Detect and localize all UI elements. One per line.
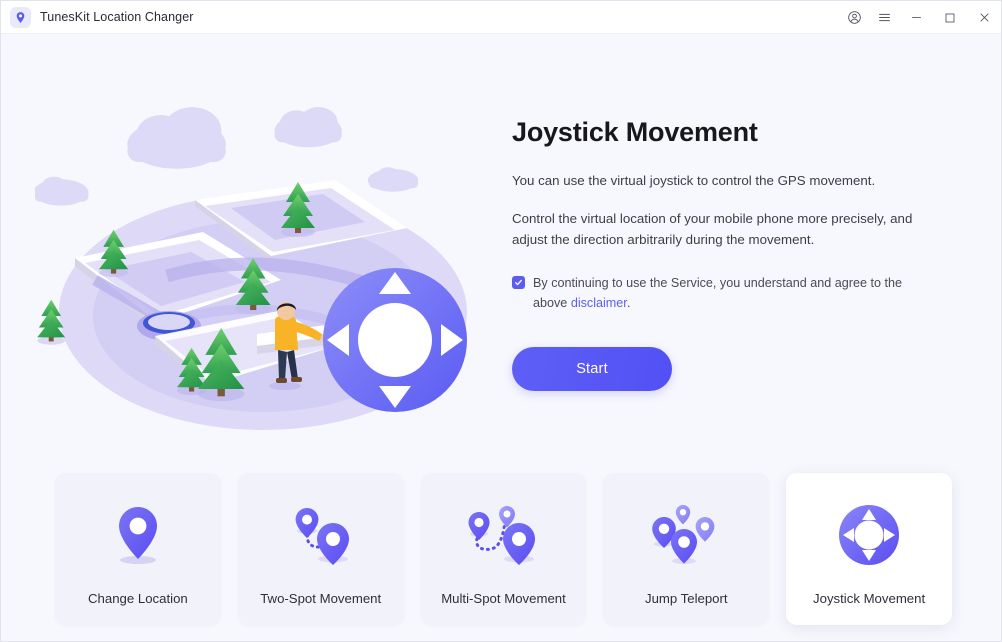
mode-card-joystick-movement[interactable]: Joystick Movement bbox=[786, 473, 952, 625]
location-pin-icon bbox=[10, 6, 31, 28]
multi-pin-route-icon bbox=[465, 499, 541, 571]
mode-card-label: Joystick Movement bbox=[813, 591, 926, 606]
agreement-text: By continuing to use the Service, you un… bbox=[533, 273, 932, 314]
app-window: TunesKit Location Changer Joystick Movem… bbox=[0, 0, 1002, 642]
agreement-row: By continuing to use the Service, you un… bbox=[512, 273, 932, 314]
maximize-icon[interactable] bbox=[933, 1, 967, 34]
disclaimer-link[interactable]: disclaimer bbox=[571, 296, 627, 310]
checkmark-icon bbox=[515, 279, 522, 286]
scattered-pins-icon bbox=[648, 499, 724, 571]
isometric-map-with-joystick-illustration bbox=[33, 80, 505, 450]
hero-text-panel: Joystick Movement You can use the virtua… bbox=[512, 116, 952, 314]
page-title: Joystick Movement bbox=[512, 117, 758, 147]
main-content: Joystick Movement You can use the virtua… bbox=[1, 34, 1001, 641]
mode-card-label: Change Location bbox=[88, 591, 188, 606]
joystick-dpad-icon bbox=[831, 499, 907, 571]
title-bar: TunesKit Location Changer bbox=[1, 1, 1001, 34]
mode-card-multi-spot-movement[interactable]: Multi-Spot Movement bbox=[420, 473, 587, 625]
close-icon[interactable] bbox=[967, 1, 1001, 34]
mode-card-label: Jump Teleport bbox=[644, 591, 728, 606]
minimize-icon[interactable] bbox=[899, 1, 933, 34]
window-title: TunesKit Location Changer bbox=[40, 10, 194, 24]
window-controls bbox=[839, 1, 1001, 34]
agreement-text-after: . bbox=[626, 296, 631, 311]
hero-paragraph-1: You can use the virtual joystick to cont… bbox=[512, 173, 876, 189]
agreement-checkbox[interactable] bbox=[512, 275, 525, 289]
mode-card-row: Change Location Two-Spot Movement Multi-… bbox=[55, 473, 952, 625]
start-button[interactable]: Start bbox=[512, 347, 672, 391]
single-pin-icon bbox=[100, 499, 176, 571]
account-icon[interactable] bbox=[839, 1, 869, 34]
mode-card-two-spot-movement[interactable]: Two-Spot Movement bbox=[237, 473, 404, 625]
mode-card-label: Two-Spot Movement bbox=[260, 591, 382, 606]
mode-card-change-location[interactable]: Change Location bbox=[55, 473, 221, 625]
hero-paragraph-2: Control the virtual location of your mob… bbox=[512, 210, 913, 248]
hamburger-menu-icon[interactable] bbox=[869, 1, 899, 34]
mode-card-label: Multi-Spot Movement bbox=[441, 591, 566, 606]
two-pin-route-icon bbox=[283, 499, 359, 571]
mode-card-jump-teleport[interactable]: Jump Teleport bbox=[603, 473, 770, 625]
